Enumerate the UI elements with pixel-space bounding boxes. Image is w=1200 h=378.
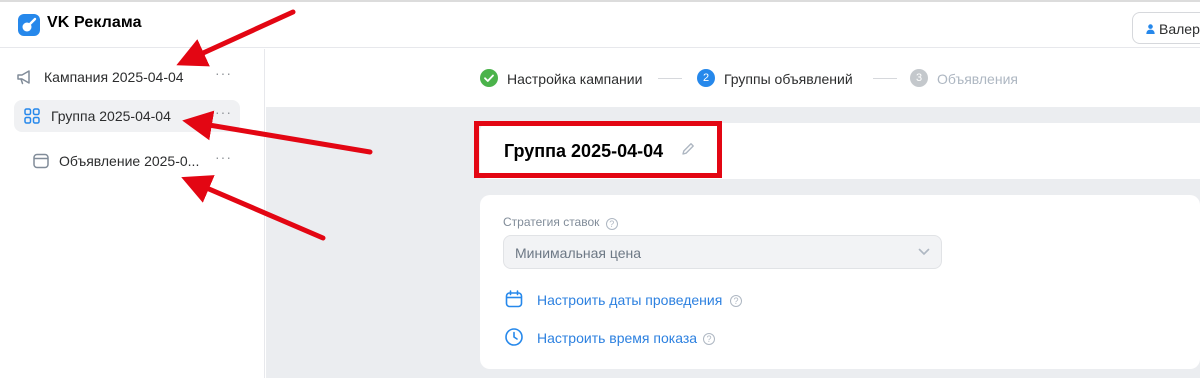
- vk-ads-logo-icon[interactable]: [18, 14, 40, 36]
- app-title[interactable]: VK Реклама: [47, 14, 142, 32]
- user-account-button[interactable]: Валер: [1132, 12, 1200, 44]
- help-icon[interactable]: ?: [605, 218, 618, 230]
- grid-icon: [24, 108, 40, 124]
- more-options-icon[interactable]: ···: [215, 149, 232, 165]
- set-time-label: Настроить время показа: [537, 330, 698, 346]
- tree-item-label: Кампания 2025-04-04: [44, 69, 184, 85]
- bid-strategy-select[interactable]: Минимальная цена: [503, 235, 942, 269]
- campaign-tree-sidebar: Кампания 2025-04-04 ··· Группа 2025-04-0…: [0, 49, 265, 378]
- annotation-highlight-frame: [474, 121, 722, 178]
- ad-card-icon: [33, 153, 49, 169]
- clock-icon: [505, 328, 523, 346]
- help-icon[interactable]: ?: [703, 333, 715, 345]
- campaign-stepper: Настройка кампании 2 Группы объявлений 3…: [266, 49, 1200, 107]
- tree-item-group[interactable]: Группа 2025-04-04 ···: [14, 100, 240, 132]
- tree-item-campaign[interactable]: Кампания 2025-04-04 ···: [14, 61, 240, 93]
- main-content: Настройка кампании 2 Группы объявлений 3…: [266, 49, 1200, 378]
- tree-item-label: Объявление 2025-0...: [59, 153, 200, 169]
- step-label: Объявления: [937, 71, 1018, 87]
- step-label: Группы объявлений: [724, 71, 853, 87]
- help-icon[interactable]: ?: [730, 295, 742, 307]
- chevron-down-icon: [918, 248, 930, 256]
- bid-strategy-value: Минимальная цена: [515, 245, 642, 261]
- tree-item-label: Группа 2025-04-04: [51, 108, 171, 124]
- bid-strategy-label-text: Стратегия ставок: [503, 215, 600, 229]
- user-icon: [1146, 24, 1155, 34]
- step-number: 3: [910, 69, 928, 87]
- user-name: Валер: [1159, 21, 1200, 37]
- tree-item-ad[interactable]: Объявление 2025-0... ···: [14, 145, 240, 177]
- calendar-icon: [505, 290, 523, 308]
- step-connector: [658, 78, 682, 79]
- step-label: Настройка кампании: [507, 71, 643, 87]
- check-icon: [480, 69, 498, 87]
- more-options-icon[interactable]: ···: [215, 65, 232, 81]
- set-dates-label: Настроить даты проведения: [537, 292, 723, 308]
- step-connector: [873, 78, 897, 79]
- step-number: 2: [697, 69, 715, 87]
- top-header: VK Реклама Валер: [0, 2, 1200, 48]
- bid-strategy-label: Стратегия ставок ?: [503, 215, 618, 230]
- megaphone-icon: [17, 70, 30, 85]
- more-options-icon[interactable]: ···: [215, 104, 232, 120]
